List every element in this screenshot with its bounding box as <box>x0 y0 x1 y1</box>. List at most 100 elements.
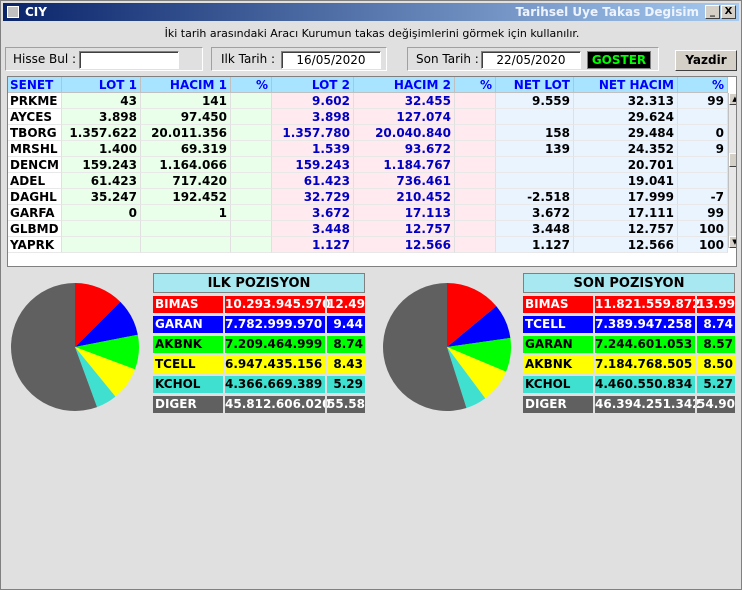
son-pozisyon-panel: SON POZISYON BIMAS 11.821.559.872 13.99 TCE… <box>523 273 735 416</box>
table-row[interactable]: TBORG 1.357.622 20.011.356 1.357.780 20.040.… <box>8 125 736 141</box>
cell-pct2 <box>455 157 496 173</box>
cell-pct3 <box>678 109 728 125</box>
table-row[interactable]: YAPRK 1.127 12.566 1.127 12.566 100 <box>8 237 736 253</box>
son-tarih-input[interactable]: 22/05/2020 <box>481 51 581 69</box>
cell-hacim2: 12.757 <box>354 221 455 237</box>
header-pct2[interactable]: % <box>455 77 496 93</box>
minimize-button[interactable]: _ <box>705 5 720 19</box>
table-row[interactable]: GARFA 0 1 3.672 17.113 3.672 17.111 99 <box>8 205 736 221</box>
cell-pct3: 9 <box>678 141 728 157</box>
pozisyon-name: GARAN <box>155 317 203 331</box>
cell-lot1: 3.898 <box>62 109 141 125</box>
cell-pct3: 99 <box>678 93 728 109</box>
pozisyon-name: BIMAS <box>155 297 199 311</box>
cell-lot1: 0 <box>62 205 141 221</box>
pozisyon-value: 46.394.251.342 <box>593 396 701 413</box>
cell-hacim2: 127.074 <box>354 109 455 125</box>
header-lot2[interactable]: LOT 2 <box>272 77 354 93</box>
son-pie-chart <box>383 283 511 411</box>
cell-netlot: 139 <box>496 141 574 157</box>
pozisyon-row: BIMAS 10.293.945.970 12.49 <box>153 296 365 313</box>
title-bar[interactable]: CIY Tarihsel Uye Takas Degisim _ X <box>3 3 739 21</box>
cell-hacim2: 17.113 <box>354 205 455 221</box>
hisse-label: Hisse Bul : <box>13 52 77 66</box>
cell-netlot <box>496 173 574 189</box>
pozisyon-name: GARAN <box>525 337 573 351</box>
scroll-up-icon[interactable]: ▲ <box>729 93 736 105</box>
pozisyon-name: AKBNK <box>525 357 573 371</box>
cell-senet: AYCES <box>8 109 62 125</box>
table-row[interactable]: DENCM 159.243 1.164.066 159.243 1.184.767 20.… <box>8 157 736 173</box>
pozisyon-pct: 55.58 <box>325 396 365 413</box>
cell-hacim1: 192.452 <box>141 189 231 205</box>
cell-hacim2: 20.040.840 <box>354 125 455 141</box>
ilk-tarih-input[interactable]: 16/05/2020 <box>281 51 381 69</box>
cell-pct2 <box>455 125 496 141</box>
table-row[interactable]: ADEL 61.423 717.420 61.423 736.461 19.041 <box>8 173 736 189</box>
header-hacim2[interactable]: HACIM 2 <box>354 77 455 93</box>
son-tarih-label: Son Tarih : <box>416 52 479 66</box>
header-senet[interactable]: SENET <box>8 77 62 93</box>
pozisyon-pct: 8.43 <box>325 356 365 373</box>
cell-lot2: 3.448 <box>272 221 354 237</box>
header-pct3[interactable]: % <box>678 77 728 93</box>
pozisyon-row: GARAN 7.244.601.053 8.57 <box>523 336 735 353</box>
pozisyon-row: KCHOL 4.460.550.834 5.27 <box>523 376 735 393</box>
window-subtitle: Tarihsel Uye Takas Degisim <box>515 5 699 19</box>
cell-nethacim: 17.999 <box>574 189 678 205</box>
cell-senet: DENCM <box>8 157 62 173</box>
table-row[interactable]: AYCES 3.898 97.450 3.898 127.074 29.624 <box>8 109 736 125</box>
cell-pct2 <box>455 221 496 237</box>
pozisyon-pct: 9.44 <box>325 316 365 333</box>
cell-nethacim: 32.313 <box>574 93 678 109</box>
cell-netlot <box>496 157 574 173</box>
pozisyon-row: TCELL 7.389.947.258 8.74 <box>523 316 735 333</box>
cell-hacim1: 20.011.356 <box>141 125 231 141</box>
goster-button[interactable]: GOSTER <box>587 51 651 69</box>
cell-netlot: 3.672 <box>496 205 574 221</box>
cell-nethacim: 19.041 <box>574 173 678 189</box>
table-scrollbar[interactable]: ▲▼ <box>728 93 736 248</box>
cell-netlot: 9.559 <box>496 93 574 109</box>
takas-table[interactable]: SENET LOT 1 HACIM 1% LOT 2 HACIM 2% NET LOT NE… <box>7 76 737 267</box>
header-hacim1[interactable]: HACIM 1 <box>141 77 231 93</box>
pozisyon-pct: 5.27 <box>695 376 735 393</box>
header-lot1[interactable]: LOT 1 <box>62 77 141 93</box>
pozisyon-value: 45.812.606.020 <box>223 396 331 413</box>
pozisyon-value: 4.460.550.834 <box>593 376 693 393</box>
cell-hacim2: 93.672 <box>354 141 455 157</box>
ilk-pozisyon-panel: ILK POZISYON BIMAS 10.293.945.970 12.49 GAR… <box>153 273 365 416</box>
hint-text: İki tarih arasındaki Aracı Kurumun takas… <box>164 27 580 40</box>
pozisyon-value: 7.209.464.999 <box>223 336 323 353</box>
pozisyon-pct: 12.49 <box>325 296 365 313</box>
pozisyon-name: DIGER <box>155 397 197 411</box>
cell-hacim1 <box>141 221 231 237</box>
cell-lot1: 35.247 <box>62 189 141 205</box>
pozisyon-pct: 8.57 <box>695 336 735 353</box>
scroll-thumb[interactable] <box>729 153 736 167</box>
cell-pct1 <box>231 237 272 253</box>
cell-senet: PRKME <box>8 93 62 109</box>
table-row[interactable]: DAGHL 35.247 192.452 32.729 210.452 -2.518 17.… <box>8 189 736 205</box>
table-row[interactable]: GLBMD 3.448 12.757 3.448 12.757 100 <box>8 221 736 237</box>
pozisyon-row: DIGER 46.394.251.342 54.90 <box>523 396 735 413</box>
pozisyon-value: 10.293.945.970 <box>223 296 331 313</box>
header-nethacim[interactable]: NET HACIM <box>574 77 678 93</box>
cell-senet: TBORG <box>8 125 62 141</box>
header-pct1[interactable]: % <box>231 77 272 93</box>
hisse-search-input[interactable] <box>79 51 179 69</box>
yazdir-button[interactable]: Yazdir <box>675 50 737 71</box>
table-row[interactable]: MRSHL 1.400 69.319 1.539 93.672 139 24.352 9 <box>8 141 736 157</box>
table-row[interactable]: PRKME 43 141 9.602 32.455 9.559 32.313 99 <box>8 93 736 109</box>
cell-hacim1: 69.319 <box>141 141 231 157</box>
cell-pct1 <box>231 93 272 109</box>
cell-senet: MRSHL <box>8 141 62 157</box>
cell-pct2 <box>455 141 496 157</box>
scroll-down-icon[interactable]: ▼ <box>729 236 736 248</box>
main-window: CIY Tarihsel Uye Takas Degisim _ X İki t… <box>0 0 742 590</box>
pozisyon-value: 7.389.947.258 <box>593 316 693 333</box>
cell-pct1 <box>231 157 272 173</box>
close-button[interactable]: X <box>721 5 736 19</box>
cell-senet: ADEL <box>8 173 62 189</box>
header-netlot[interactable]: NET LOT <box>496 77 574 93</box>
